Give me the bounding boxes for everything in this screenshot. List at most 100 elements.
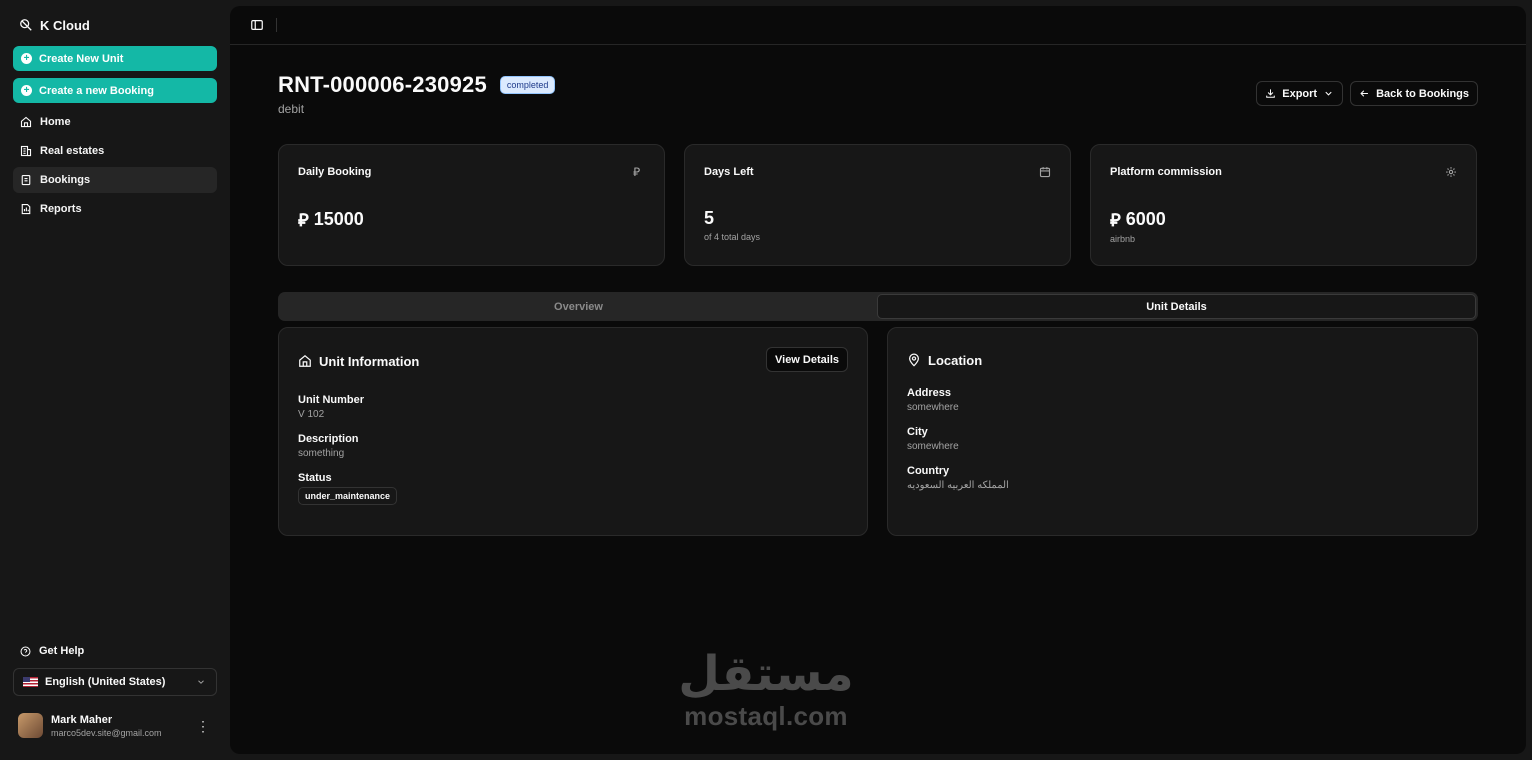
currency-symbol: ⃁ [1110, 210, 1121, 230]
unit-status-badge: under_maintenance [298, 487, 398, 505]
card-header: Location [907, 347, 1458, 373]
report-icon [21, 203, 31, 215]
export-label: Export [1282, 87, 1318, 100]
currency-icon: ⃁ [633, 165, 641, 179]
stat-number: 6000 [1125, 209, 1166, 229]
stat-number: 5 [704, 208, 715, 228]
calendar-icon [1039, 167, 1051, 178]
get-help-label: Get Help [39, 645, 85, 657]
tab-overview[interactable]: Overview [280, 294, 877, 319]
language-label: English (United States) [45, 676, 166, 688]
arrow-left-icon [1360, 90, 1369, 97]
page-header: RNT-000006-230925 completed debit [278, 72, 556, 116]
receipt-icon [21, 174, 31, 186]
stat-number: 15000 [313, 209, 364, 229]
view-details-label: View Details [775, 353, 839, 366]
tab-unit-details[interactable]: Unit Details [877, 294, 1476, 319]
language-select[interactable]: English (United States) [13, 668, 217, 696]
plus-circle-icon: + [21, 85, 32, 96]
plus-circle-icon: + [21, 53, 32, 64]
create-unit-label: Create New Unit [39, 52, 124, 65]
stat-value: 5 [704, 208, 1051, 229]
sidebar-nav: Home Real estates Bookings Reports [13, 109, 217, 222]
location-card: Location Address somewhere City somewher… [887, 327, 1478, 536]
gear-icon [1446, 167, 1456, 177]
watermark: مستقل mostaql.com [674, 646, 858, 730]
stat-label: Days Left [704, 166, 754, 178]
map-pin-icon [909, 353, 919, 367]
user-email: marco5dev.site@gmail.com [51, 727, 162, 738]
watermark-latin: mostaql.com [684, 701, 848, 731]
back-label: Back to Bookings [1376, 87, 1469, 100]
avatar [18, 713, 43, 738]
stat-label: Daily Booking [298, 166, 372, 178]
stat-card-platform-commission: Platform commission ⃁ 6000 airbnb [1090, 144, 1477, 266]
field-label: Status [298, 472, 332, 484]
get-help-link[interactable]: Get Help [13, 640, 84, 662]
tab-list: Overview Unit Details [278, 292, 1478, 321]
user-name: Mark Maher [51, 713, 113, 726]
unit-information-card: Unit Information View Details Unit Numbe… [278, 327, 868, 536]
page-title: RNT-000006-230925 [278, 72, 487, 97]
sidebar-item-bookings[interactable]: Bookings [13, 167, 217, 193]
field-unit-number: Unit Number V 102 [298, 394, 848, 420]
brand-logo-icon [20, 19, 32, 31]
create-unit-button[interactable]: + Create New Unit [13, 46, 217, 71]
field-label: Unit Number [298, 394, 364, 406]
field-value: somewhere [907, 441, 959, 452]
stat-value: ⃁ 6000 [1110, 208, 1457, 231]
field-label: Address [907, 387, 952, 399]
stat-subtext: of 4 total days [704, 232, 761, 242]
sidebar-item-home[interactable]: Home [13, 109, 217, 135]
currency-symbol: ⃁ [298, 210, 309, 230]
help-circle-icon [20, 646, 31, 656]
topbar [230, 6, 1526, 45]
main-content: RNT-000006-230925 completed debit Export… [230, 6, 1526, 754]
sidebar-item-label: Reports [40, 203, 82, 215]
sidebar-item-label: Bookings [40, 174, 91, 186]
field-label: Country [907, 465, 950, 477]
chevron-down-icon [1325, 91, 1332, 96]
home-icon [20, 116, 32, 128]
field-address: Address somewhere [907, 387, 1458, 413]
stat-card-days-left: Days Left 5 of 4 total days [684, 144, 1071, 266]
field-value: somewhere [907, 402, 959, 413]
back-to-bookings-button[interactable]: Back to Bookings [1350, 81, 1478, 106]
sidebar-item-reports[interactable]: Reports [13, 196, 217, 222]
stat-value: ⃁ 15000 [298, 208, 645, 231]
user-profile[interactable]: Mark Maher marco5dev.site@gmail.com ⋮ [18, 713, 218, 738]
building-icon [20, 145, 32, 157]
card-title: Location [928, 352, 983, 368]
sidebar-item-label: Real estates [40, 145, 105, 157]
stat-label: Platform commission [1110, 166, 1222, 178]
brand[interactable]: K Cloud [13, 10, 217, 40]
create-booking-button[interactable]: + Create a new Booking [13, 78, 217, 103]
field-value: something [298, 448, 345, 459]
field-country: Country المملكه العربيه السعوديه [907, 465, 1458, 491]
sidebar-item-real-estates[interactable]: Real estates [13, 138, 217, 164]
stat-card-daily-booking: Daily Booking ⃁ ⃁ 15000 [278, 144, 665, 266]
view-details-button[interactable]: View Details [766, 347, 848, 372]
header-actions: Export Back to Bookings [1256, 81, 1478, 106]
card-title: Unit Information [319, 353, 420, 369]
more-vertical-icon[interactable]: ⋮ [196, 719, 210, 733]
status-badge: completed [499, 76, 556, 94]
field-city: City somewhere [907, 426, 1458, 452]
app-title: K Cloud [40, 17, 90, 33]
chevron-down-icon [198, 680, 204, 684]
field-description: Description something [298, 433, 848, 459]
sidebar-toggle-icon[interactable] [250, 18, 264, 32]
us-flag-icon [23, 677, 38, 687]
topbar-divider [276, 18, 277, 32]
page-subtitle: debit [278, 102, 305, 116]
sidebar: K Cloud + Create New Unit + Create a new… [0, 0, 230, 760]
sidebar-item-label: Home [40, 116, 71, 128]
field-value: المملكه العربيه السعوديه [907, 480, 1009, 491]
stats-cards: Daily Booking ⃁ ⃁ 15000 Days Left 5 of 4… [278, 144, 1477, 266]
field-label: Description [298, 433, 359, 445]
download-icon [1266, 89, 1276, 98]
watermark-arabic: مستقل [678, 646, 854, 702]
stat-subtext: airbnb [1110, 234, 1136, 244]
export-button[interactable]: Export [1256, 81, 1344, 106]
field-status: Status under_maintenance [298, 472, 848, 505]
